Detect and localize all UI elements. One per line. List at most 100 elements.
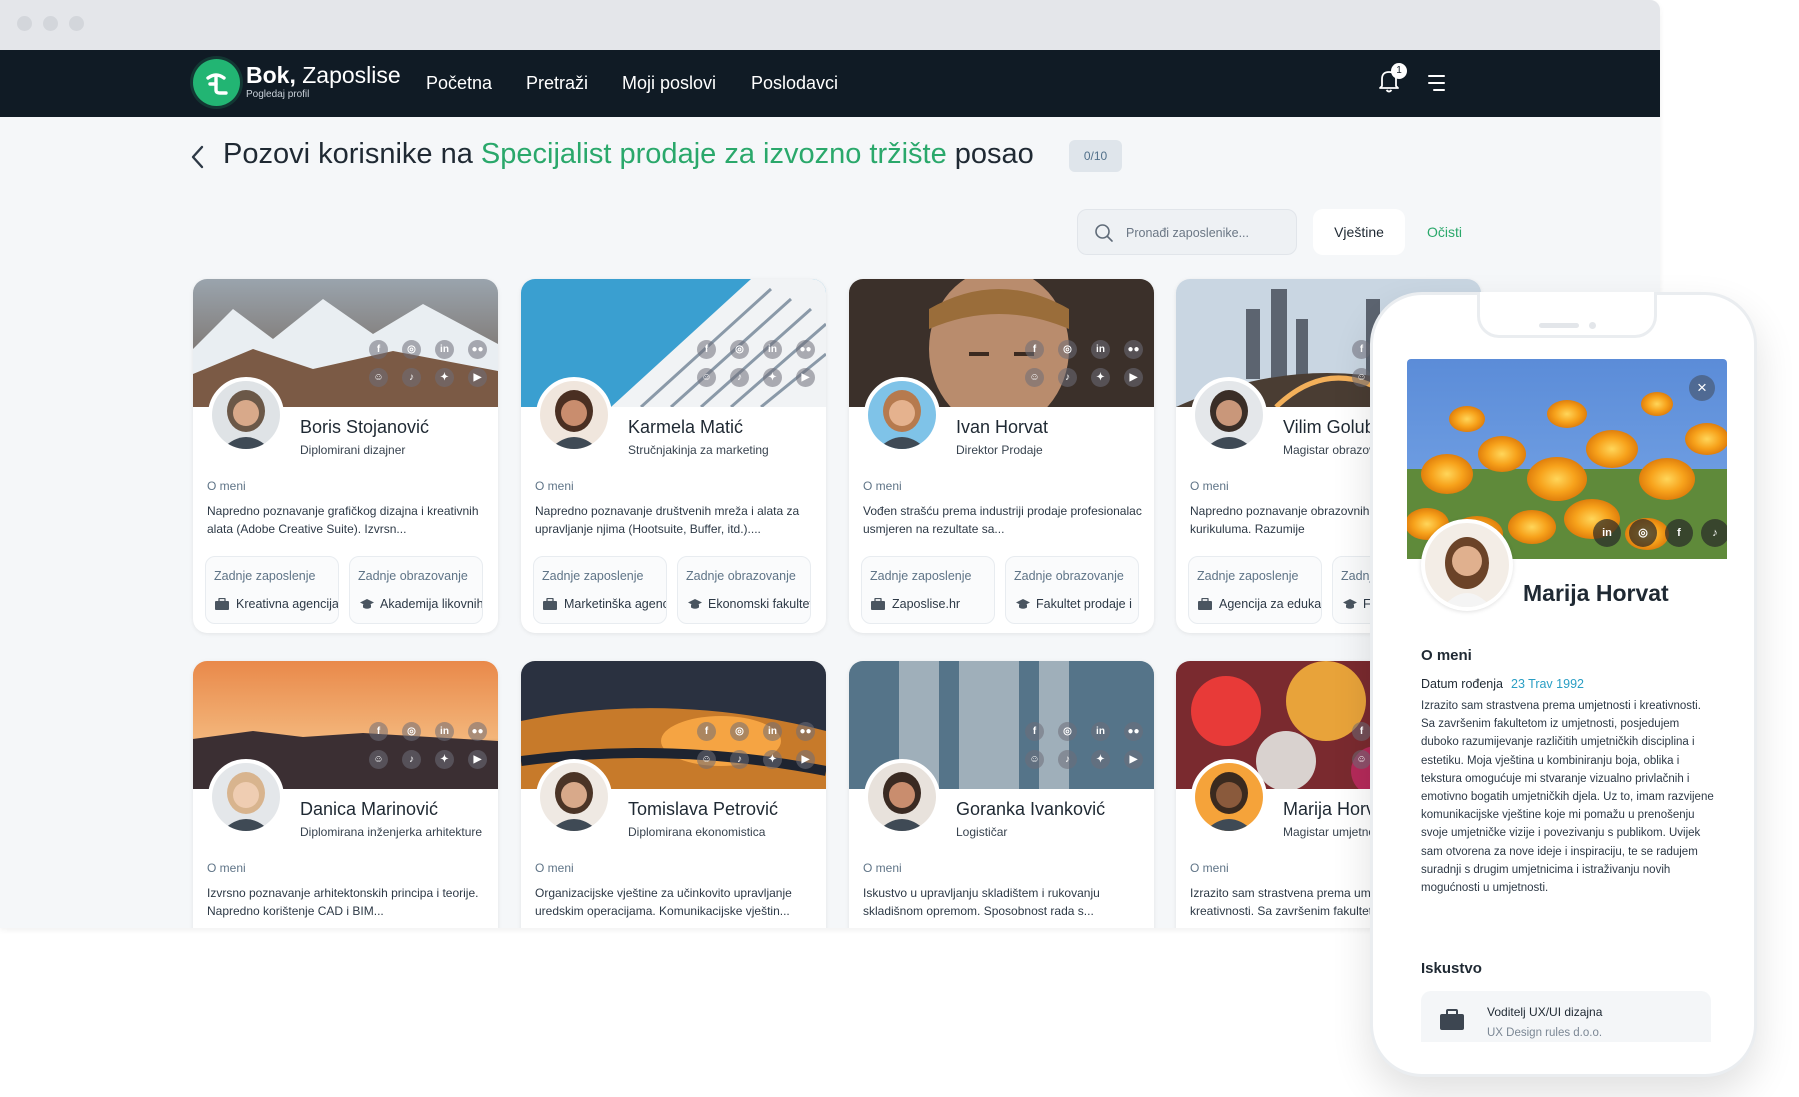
window-minimize-dot[interactable] [43, 16, 58, 31]
instagram-icon[interactable]: ◎ [402, 340, 421, 359]
reddit-icon[interactable]: ☺ [697, 750, 716, 769]
view-profile-link[interactable]: Pogledaj profil [246, 89, 309, 100]
candidate-role: Direktor Prodaje [956, 443, 1043, 457]
instagram-icon[interactable]: ◎ [730, 722, 749, 741]
youtube-icon[interactable]: ▶ [796, 750, 815, 769]
candidate-name[interactable]: Goranka Ivanković [956, 799, 1105, 820]
window-zoom-dot[interactable] [69, 16, 84, 31]
title-prefix: Pozovi korisnike na [223, 138, 473, 170]
tiktok-icon[interactable]: ♪ [730, 750, 749, 769]
medium-icon[interactable]: ●● [1124, 722, 1143, 741]
tiktok-icon[interactable]: ♪ [402, 750, 421, 769]
search-input[interactable] [1126, 222, 1286, 244]
window-close-dot[interactable] [17, 16, 32, 31]
twitter-icon[interactable]: ✦ [435, 750, 454, 769]
twitter-icon[interactable]: ✦ [763, 750, 782, 769]
instagram-icon[interactable]: ◎ [402, 722, 421, 741]
reddit-icon[interactable]: ☺ [1025, 750, 1044, 769]
medium-icon[interactable]: ●● [468, 340, 487, 359]
medium-icon[interactable]: ●● [796, 722, 815, 741]
facebook-icon[interactable]: f [1352, 722, 1371, 741]
brand-title[interactable]: Bok, Zaposlise [246, 62, 401, 89]
back-arrow-icon[interactable] [190, 144, 206, 175]
briefcase-icon [1198, 597, 1212, 615]
reddit-icon[interactable]: ☺ [697, 368, 716, 387]
instagram-icon[interactable]: ◎ [730, 340, 749, 359]
instagram-icon[interactable]: ◎ [1058, 722, 1077, 741]
dob-value: 23 Trav 1992 [1511, 677, 1584, 691]
linkedin-icon[interactable]: in [763, 722, 782, 741]
avatar [1191, 759, 1267, 835]
candidate-card[interactable]: f ◎ in ●● ☺ ♪ ✦ ▶ Goranka Ivanković Logističar … [849, 661, 1154, 928]
linkedin-icon[interactable]: in [1593, 519, 1621, 547]
instagram-icon[interactable]: ◎ [1058, 340, 1077, 359]
candidate-name[interactable]: Danica Marinović [300, 799, 438, 820]
linkedin-icon[interactable]: in [763, 340, 782, 359]
youtube-icon[interactable]: ▶ [468, 368, 487, 387]
candidate-card[interactable]: f ◎ in ●● ☺ ♪ ✦ ▶ Karmela Matić Stručnjakinja z… [521, 279, 826, 633]
candidate-name[interactable]: Tomislava Petrović [628, 799, 778, 820]
tiktok-icon[interactable]: ♪ [1058, 750, 1077, 769]
page-title: Pozovi korisnike na Specijalist prodaje … [223, 138, 1034, 171]
nav-pretrazi[interactable]: Pretraži [526, 73, 588, 94]
candidate-card[interactable]: f ◎ in ●● ☺ ♪ ✦ ▶ Danica Marinović Diplomirana … [193, 661, 498, 928]
linkedin-icon[interactable]: in [1091, 722, 1110, 741]
tiktok-icon[interactable]: ♪ [402, 368, 421, 387]
menu-icon[interactable] [1426, 74, 1446, 97]
graduation-cap-icon [1342, 597, 1358, 615]
facebook-icon[interactable]: f [1352, 340, 1371, 359]
linkedin-icon[interactable]: in [1091, 340, 1110, 359]
youtube-icon[interactable]: ▶ [796, 368, 815, 387]
experience-item[interactable]: Voditelj UX/UI dizajna UX Design rules d… [1421, 991, 1711, 1042]
logo[interactable] [193, 59, 240, 106]
reddit-icon[interactable]: ☺ [369, 750, 388, 769]
twitter-icon[interactable]: ✦ [763, 368, 782, 387]
candidate-name[interactable]: Boris Stojanović [300, 417, 429, 438]
candidate-card[interactable]: f ◎ in ●● ☺ ♪ ✦ ▶ Tomislava Petrović Diplomiran… [521, 661, 826, 928]
candidate-name[interactable]: Karmela Matić [628, 417, 743, 438]
tiktok-icon[interactable]: ♪ [1701, 519, 1727, 547]
profile-avatar [1421, 519, 1513, 611]
linkedin-icon[interactable]: in [435, 340, 454, 359]
candidate-name[interactable]: Ivan Horvat [956, 417, 1048, 438]
reddit-icon[interactable]: ☺ [1352, 750, 1371, 769]
facebook-icon[interactable]: f [697, 340, 716, 359]
nav-poslodavci[interactable]: Poslodavci [751, 73, 838, 94]
youtube-icon[interactable]: ▶ [1124, 750, 1143, 769]
twitter-icon[interactable]: ✦ [435, 368, 454, 387]
medium-icon[interactable]: ●● [468, 722, 487, 741]
medium-icon[interactable]: ●● [1124, 340, 1143, 359]
reddit-icon[interactable]: ☺ [369, 368, 388, 387]
candidate-card[interactable]: f ◎ in ●● ☺ ♪ ✦ ▶ Boris Stojanović Diplomirani … [193, 279, 498, 633]
tiktok-icon[interactable]: ♪ [730, 368, 749, 387]
phone-mockup: × in ◎ f ♪ Marija Horvat O meni Datum ro… [1370, 292, 1757, 1077]
reddit-icon[interactable]: ☺ [1025, 368, 1044, 387]
tiktok-icon[interactable]: ♪ [1058, 368, 1077, 387]
candidate-about: Napredno poznavanje društvenih mreža i a… [535, 504, 800, 536]
linkedin-icon[interactable]: in [435, 722, 454, 741]
candidate-name[interactable]: Vilim Golub [1283, 417, 1375, 438]
facebook-icon[interactable]: f [1025, 340, 1044, 359]
brand-name: Zaposlise [302, 62, 401, 88]
clear-filters-link[interactable]: Očisti [1427, 224, 1462, 240]
facebook-icon[interactable]: f [369, 340, 388, 359]
nav-pocetna[interactable]: Početna [426, 73, 492, 94]
close-icon[interactable]: × [1689, 375, 1715, 401]
facebook-icon[interactable]: f [697, 722, 716, 741]
about-heading: O meni [1421, 647, 1472, 664]
twitter-icon[interactable]: ✦ [1091, 368, 1110, 387]
medium-icon[interactable]: ●● [796, 340, 815, 359]
skills-filter-button[interactable]: Vještine [1313, 209, 1405, 255]
youtube-icon[interactable]: ▶ [468, 750, 487, 769]
twitter-icon[interactable]: ✦ [1091, 750, 1110, 769]
search-box[interactable] [1077, 209, 1297, 255]
facebook-icon[interactable]: f [369, 722, 388, 741]
reddit-icon[interactable]: ☺ [1352, 368, 1371, 387]
candidate-card[interactable]: f ◎ in ●● ☺ ♪ ✦ ▶ Ivan Horvat Direktor Prodaje … [849, 279, 1154, 633]
instagram-icon[interactable]: ◎ [1629, 519, 1657, 547]
facebook-icon[interactable]: f [1025, 722, 1044, 741]
last-education-label: Zadnje obrazovanje [686, 569, 796, 583]
youtube-icon[interactable]: ▶ [1124, 368, 1143, 387]
nav-moji-poslovi[interactable]: Moji poslovi [622, 73, 716, 94]
facebook-icon[interactable]: f [1665, 519, 1693, 547]
